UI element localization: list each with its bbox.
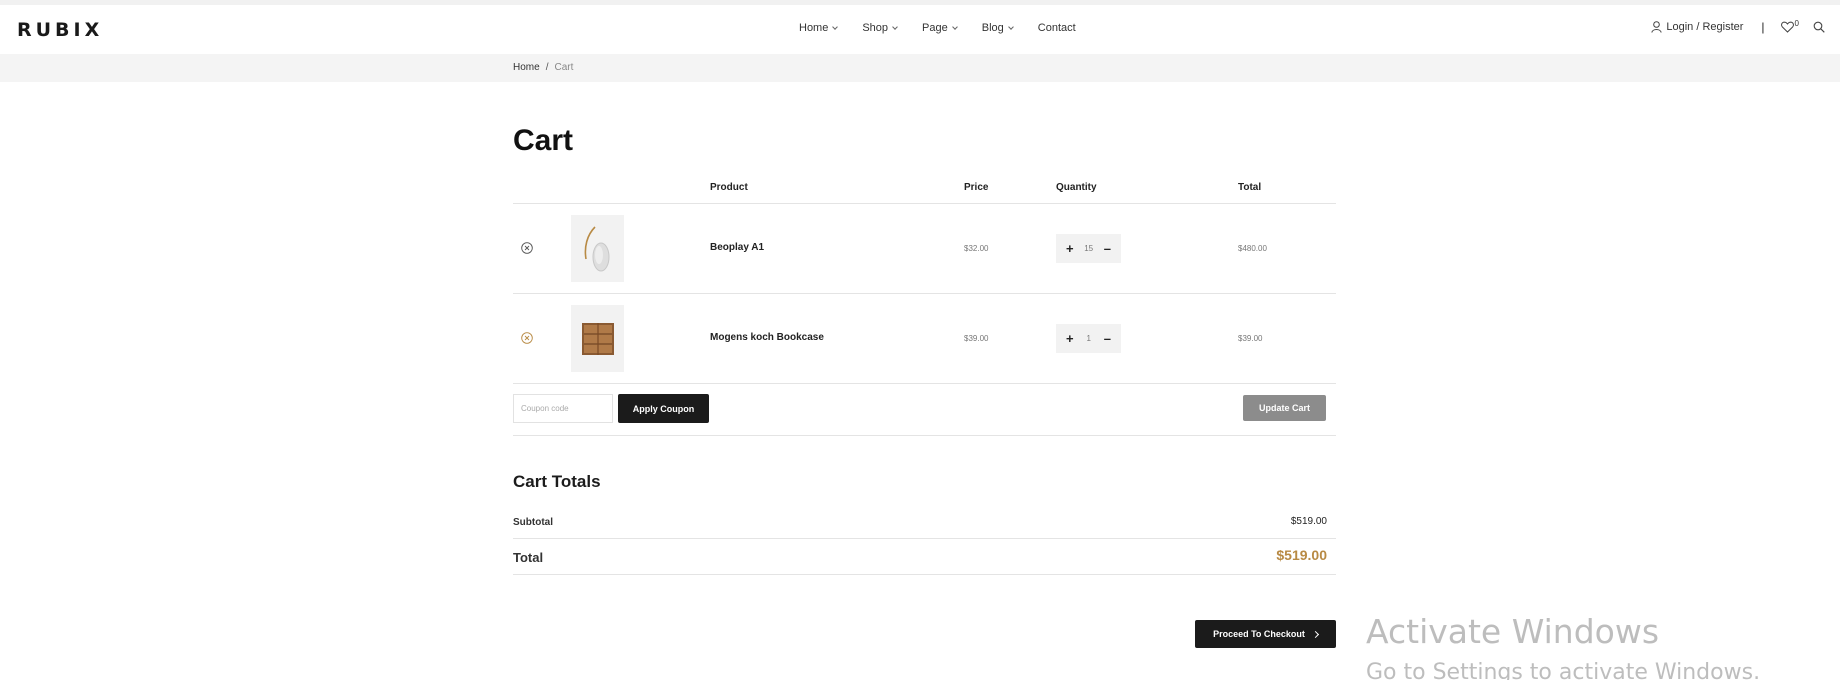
breadcrumb-home[interactable]: Home — [513, 62, 540, 73]
column-header-quantity: Quantity — [1056, 182, 1097, 193]
subtotal-row: Subtotal $519.00 — [513, 504, 1336, 539]
wishlist-button[interactable]: 0 — [1780, 19, 1799, 33]
remove-item-icon[interactable] — [521, 242, 533, 254]
chevron-down-icon — [892, 23, 898, 30]
product-thumbnail-speaker[interactable] — [571, 215, 624, 282]
nav-contact[interactable]: Contact — [1038, 22, 1076, 34]
quantity-stepper: + 15 – — [1056, 234, 1121, 263]
activate-windows-title: Activate Windows — [1366, 612, 1660, 651]
apply-coupon-button[interactable]: Apply Coupon — [618, 394, 709, 423]
chevron-down-icon — [951, 23, 958, 30]
line-total: $39.00 — [1238, 334, 1263, 343]
total-label: Total — [513, 550, 544, 565]
login-register-link[interactable]: Login / Register — [1651, 21, 1743, 33]
nav-page[interactable]: Page — [922, 22, 958, 34]
quantity-value[interactable]: 15 — [1084, 244, 1093, 253]
header-separator: | — [1761, 20, 1765, 34]
checkout-label: Proceed To Checkout — [1213, 629, 1305, 639]
logo[interactable]: RUBIX — [17, 19, 103, 41]
product-price: $39.00 — [964, 334, 989, 343]
breadcrumb-bar: Home / Cart — [0, 54, 1840, 82]
subtotal-label: Subtotal — [513, 517, 553, 528]
site-header: RUBIX Home Shop Page Blog Contact Login … — [0, 5, 1840, 54]
quantity-increase-button[interactable]: + — [1066, 332, 1074, 345]
product-price: $32.00 — [964, 244, 989, 253]
proceed-to-checkout-button[interactable]: Proceed To Checkout — [1195, 620, 1336, 648]
speaker-product-image — [584, 225, 609, 271]
cart-table: Product Price Quantity Total Beoplay A1 … — [513, 180, 1336, 436]
chevron-down-icon — [832, 23, 839, 30]
total-value: $519.00 — [1276, 547, 1327, 563]
coupon-code-input[interactable] — [513, 394, 613, 423]
chevron-right-icon — [1311, 630, 1319, 638]
chevron-down-icon — [1007, 23, 1014, 30]
page: RUBIX Home Shop Page Blog Contact Login … — [0, 0, 1840, 680]
main-nav: Home Shop Page Blog Contact — [799, 22, 1076, 34]
nav-home-label: Home — [799, 22, 829, 34]
activate-windows-subtitle: Go to Settings to activate Windows. — [1366, 660, 1761, 680]
remove-item-icon[interactable] — [521, 332, 533, 344]
column-header-total: Total — [1238, 182, 1262, 193]
update-cart-button[interactable]: Update Cart — [1243, 395, 1326, 421]
heart-icon — [1780, 21, 1794, 33]
quantity-decrease-button[interactable]: – — [1104, 332, 1111, 345]
quantity-increase-button[interactable]: + — [1066, 242, 1074, 255]
page-title: Cart — [513, 124, 574, 157]
wishlist-count: 0 — [1794, 19, 1799, 28]
nav-home[interactable]: Home — [799, 22, 839, 34]
breadcrumb-current: Cart — [554, 62, 574, 73]
breadcrumb-separator: / — [545, 62, 549, 73]
nav-blog-label: Blog — [981, 22, 1004, 34]
table-row: Beoplay A1 $32.00 + 15 – $480.00 — [513, 204, 1336, 294]
product-name[interactable]: Mogens koch Bookcase — [710, 332, 824, 343]
table-row: Mogens koch Bookcase $39.00 + 1 – $39.00 — [513, 294, 1336, 384]
quantity-value[interactable]: 1 — [1086, 334, 1090, 343]
cart-actions: Apply Coupon Update Cart — [513, 384, 1336, 436]
cart-totals-title: Cart Totals — [513, 472, 601, 491]
column-header-price: Price — [964, 182, 989, 193]
nav-shop-label: Shop — [862, 22, 889, 34]
header-actions: Login / Register | 0 — [1651, 19, 1825, 34]
search-icon — [1813, 21, 1825, 33]
subtotal-value: $519.00 — [1290, 516, 1327, 527]
nav-blog[interactable]: Blog — [981, 22, 1014, 34]
total-row: Total $519.00 — [513, 539, 1336, 575]
line-total: $480.00 — [1238, 244, 1267, 253]
breadcrumb: Home / Cart — [513, 62, 573, 73]
user-icon — [1651, 21, 1663, 33]
nav-shop[interactable]: Shop — [862, 22, 898, 34]
search-button[interactable] — [1813, 21, 1825, 33]
login-register-label: Login / Register — [1666, 21, 1744, 33]
table-header: Product Price Quantity Total — [513, 180, 1336, 204]
product-thumbnail-bookcase[interactable] — [571, 305, 624, 372]
nav-contact-label: Contact — [1037, 22, 1076, 34]
product-name[interactable]: Beoplay A1 — [710, 242, 764, 253]
column-header-product: Product — [710, 182, 748, 193]
quantity-stepper: + 1 – — [1056, 324, 1121, 353]
bookcase-product-image — [581, 322, 614, 355]
quantity-decrease-button[interactable]: – — [1104, 242, 1111, 255]
cart-totals: Subtotal $519.00 Total $519.00 — [513, 504, 1336, 575]
nav-page-label: Page — [922, 22, 948, 34]
